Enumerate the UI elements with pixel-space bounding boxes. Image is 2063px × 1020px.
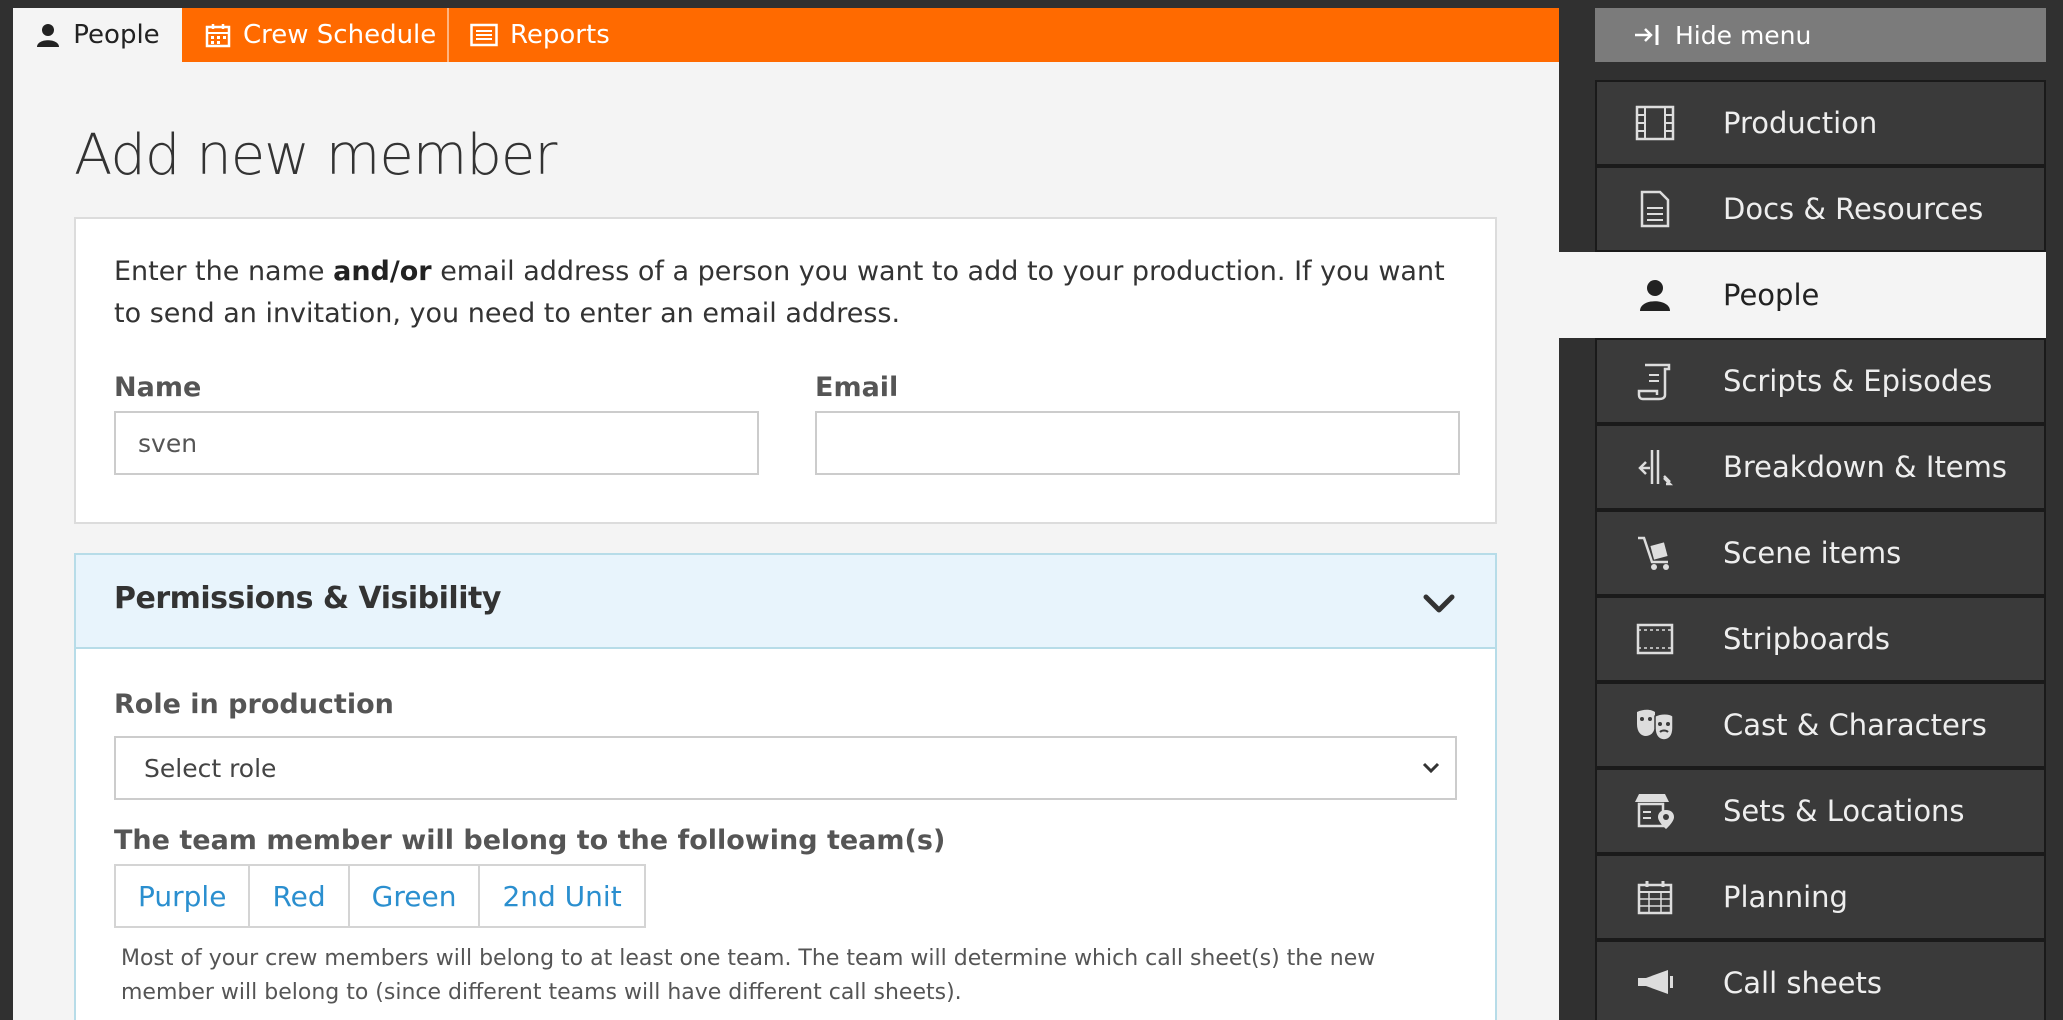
store-location-icon [1627,792,1683,830]
team-button-purple[interactable]: Purple [116,866,251,926]
teams-label: The team member will belong to the follo… [114,825,946,856]
hide-menu-label: Hide menu [1675,20,1812,50]
email-input[interactable] [815,411,1460,475]
team-button-group: Purple Red Green 2nd Unit [114,864,646,928]
tab-crew-schedule[interactable]: Crew Schedule [205,8,436,62]
role-select[interactable]: Select role [114,736,1457,800]
hide-menu-button[interactable]: Hide menu [1595,8,2046,62]
list-icon [470,23,498,47]
sidebar-item-label: Sets & Locations [1723,794,1965,828]
page-title: Add new member [74,123,557,188]
sidebar-item-people[interactable]: People [1559,252,2046,338]
sidebar-item-label: Breakdown & Items [1723,450,2008,484]
sidebar-item-docs-resources[interactable]: Docs & Resources [1595,166,2046,252]
sidebar-item-planning[interactable]: Planning [1595,854,2046,940]
sidebar-item-label: Scripts & Episodes [1723,364,1993,398]
role-label: Role in production [114,689,394,720]
email-label: Email [815,372,899,403]
sidebar-item-cast-characters[interactable]: Cast & Characters [1595,682,2046,768]
script-icon [1627,361,1683,401]
sidebar-item-call-sheets[interactable]: Call sheets [1595,940,2046,1020]
tab-separator [447,8,449,62]
tab-label: Reports [510,20,610,50]
calendar-icon [1627,879,1683,915]
sidebar-item-label: Production [1723,106,1878,140]
permissions-title: Permissions & Visibility [114,581,501,616]
sidebar-item-label: People [1723,278,1820,312]
tab-bar: People Crew Schedule Reports [13,8,1559,62]
sidebar-item-scripts-episodes[interactable]: Scripts & Episodes [1595,338,2046,424]
cart-icon [1627,534,1683,572]
role-selected-value: Select role [144,754,277,783]
team-button-2nd-unit[interactable]: 2nd Unit [480,866,643,926]
sidebar-item-label: Planning [1723,880,1848,914]
intro-part: Enter the name [114,256,334,287]
chevron-down-icon [1423,594,1455,613]
stripboard-icon [1627,623,1683,655]
people-icon [1627,278,1683,312]
teams-help-text: Most of your crew members will belong to… [121,946,1376,1005]
tab-people[interactable]: People [13,8,182,62]
intro-bold: and/or [333,256,432,287]
sidebar-item-sets-locations[interactable]: Sets & Locations [1595,768,2046,854]
tab-reports[interactable]: Reports [470,8,610,62]
sidebar-item-label: Stripboards [1723,622,1891,656]
permissions-panel: Permissions & Visibility Role in product… [74,553,1497,1020]
sidebar-item-scene-items[interactable]: Scene items [1595,510,2046,596]
intro-text: Enter the name and/or email address of a… [114,251,1454,335]
tab-label: Crew Schedule [243,20,437,50]
sidebar-item-label: Docs & Resources [1723,192,1984,226]
sidebar-item-label: Scene items [1723,536,1902,570]
chevron-down-icon [1422,762,1440,774]
person-icon [37,24,60,47]
name-input[interactable] [114,411,759,475]
member-info-card: Enter the name and/or email address of a… [74,217,1497,524]
permissions-header[interactable]: Permissions & Visibility [76,555,1495,649]
film-icon [1627,105,1683,141]
team-button-red[interactable]: Red [250,866,350,926]
sidebar-item-label: Cast & Characters [1723,708,1987,742]
megaphone-icon [1627,968,1683,998]
masks-icon [1627,708,1683,742]
sidebar-item-breakdown-items[interactable]: Breakdown & Items [1595,424,2046,510]
tab-label: People [73,20,160,50]
team-button-green[interactable]: Green [350,866,481,926]
collapse-arrow-icon [1635,25,1659,45]
main-panel: People Crew Schedule Reports Add new mem… [13,8,1559,1020]
sidebar-item-stripboards[interactable]: Stripboards [1595,596,2046,682]
calendar-icon [205,24,231,48]
name-label: Name [114,372,202,403]
sidebar-item-label: Call sheets [1723,966,1883,1000]
sidebar-item-production[interactable]: Production [1595,80,2046,166]
breakdown-icon [1627,448,1683,486]
document-icon [1627,190,1683,228]
